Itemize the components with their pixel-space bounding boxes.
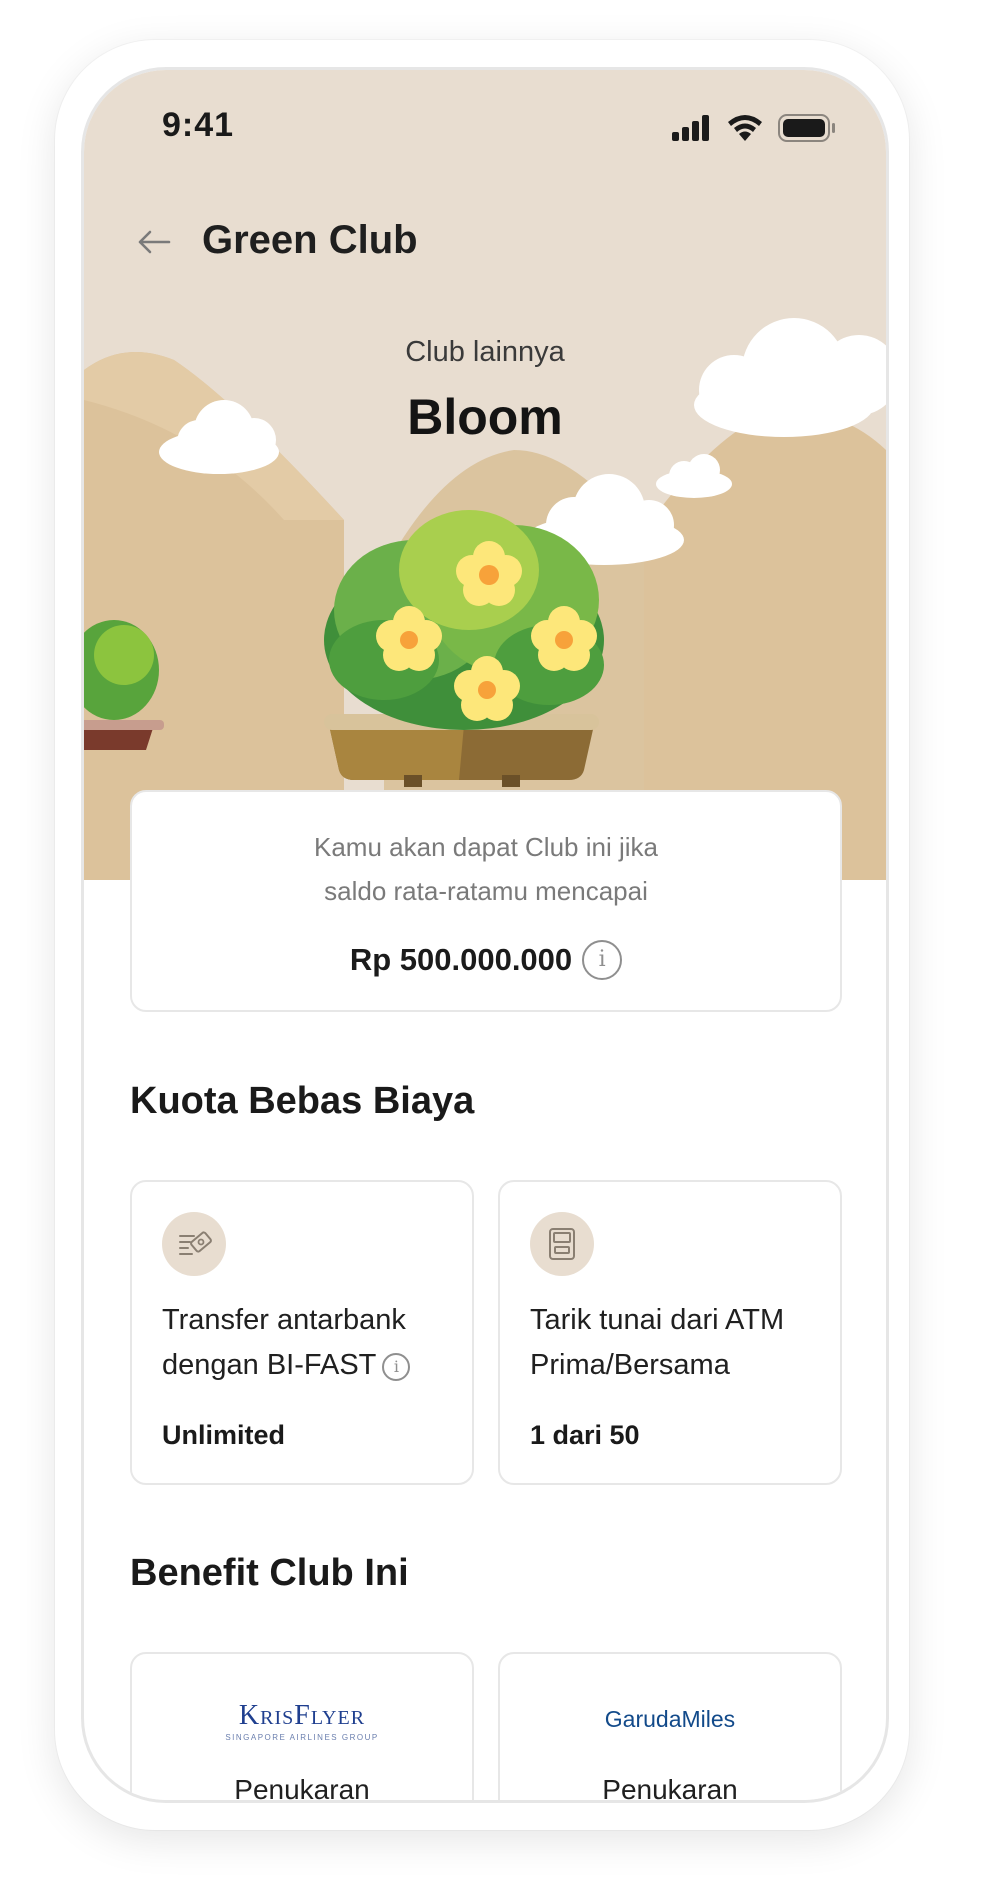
info-icon[interactable]: i (582, 940, 623, 980)
bifast-info-icon[interactable]: i (382, 1352, 411, 1381)
wifi-icon (728, 115, 762, 141)
requirement-card: Kamu akan dapat Club ini jika saldo rata… (130, 790, 842, 1012)
requirement-line-1: Kamu akan dapat Club ini jika (314, 832, 658, 862)
nav-bar: Green Club (84, 210, 886, 280)
cellular-signal-icon (672, 115, 709, 141)
club-subtitle: Club lainnya (405, 336, 565, 368)
arrow-left-icon (138, 230, 171, 254)
app-screen: 9:41 Green Club Club lainnya Bloom Kamu … (84, 70, 886, 1800)
requirement-amount: Rp 500.000.000 (349, 942, 573, 977)
krisflyer-logo: KrisFlyer SINGAPORE AIRLINES GROUP (132, 1700, 472, 1742)
quota-card-transfer: Transfer antarbank dengan BI-FAST i Unlim… (130, 1180, 474, 1485)
requirement-line-2: saldo rata-ratamu mencapai (324, 876, 648, 906)
quota-label-text: Transfer antarbank dengan BI-FAST (162, 1304, 406, 1381)
atm-icon (530, 1212, 594, 1276)
benefit-card-garudamiles[interactable]: GarudaMiles Penukaran (498, 1652, 842, 1800)
krisflyer-logo-subtext: SINGAPORE AIRLINES GROUP (225, 1733, 379, 1742)
quota-label-atm: Tarik tunai dari ATM Prima/Bersama (530, 1304, 785, 1381)
status-bar: 9:41 (84, 70, 886, 180)
scenery-illustration (84, 318, 886, 880)
quota-section-title: Kuota Bebas Biaya (130, 1080, 475, 1122)
garudamiles-logo-text: GarudaMiles (604, 1706, 736, 1732)
transfer-icon (162, 1212, 226, 1276)
quota-value-atm: 1 dari 50 (530, 1420, 640, 1450)
status-icons (672, 114, 836, 142)
benefit-label-krisflyer: Penukaran (234, 1774, 370, 1800)
club-name: Bloom (407, 389, 563, 445)
hero-illustration (84, 70, 886, 880)
battery-icon (778, 114, 835, 142)
quota-card-atm: Tarik tunai dari ATM Prima/Bersama 1 dar… (498, 1180, 842, 1485)
benefit-label-garudamiles: Penukaran (602, 1774, 738, 1800)
page-title: Green Club (202, 218, 418, 262)
status-time: 9:41 (162, 106, 235, 144)
back-button[interactable] (132, 220, 176, 264)
requirement-amount-row: Rp 500.000.000 i (132, 940, 840, 980)
benefit-section-title: Benefit Club Ini (130, 1552, 409, 1594)
garudamiles-logo: GarudaMiles (500, 1700, 840, 1733)
quota-value-transfer: Unlimited (162, 1420, 286, 1450)
krisflyer-logo-text: KrisFlyer (238, 1700, 366, 1731)
benefit-card-krisflyer[interactable]: KrisFlyer SINGAPORE AIRLINES GROUP Penuk… (130, 1652, 474, 1800)
quota-label-transfer: Transfer antarbank dengan BI-FAST i (162, 1298, 462, 1388)
